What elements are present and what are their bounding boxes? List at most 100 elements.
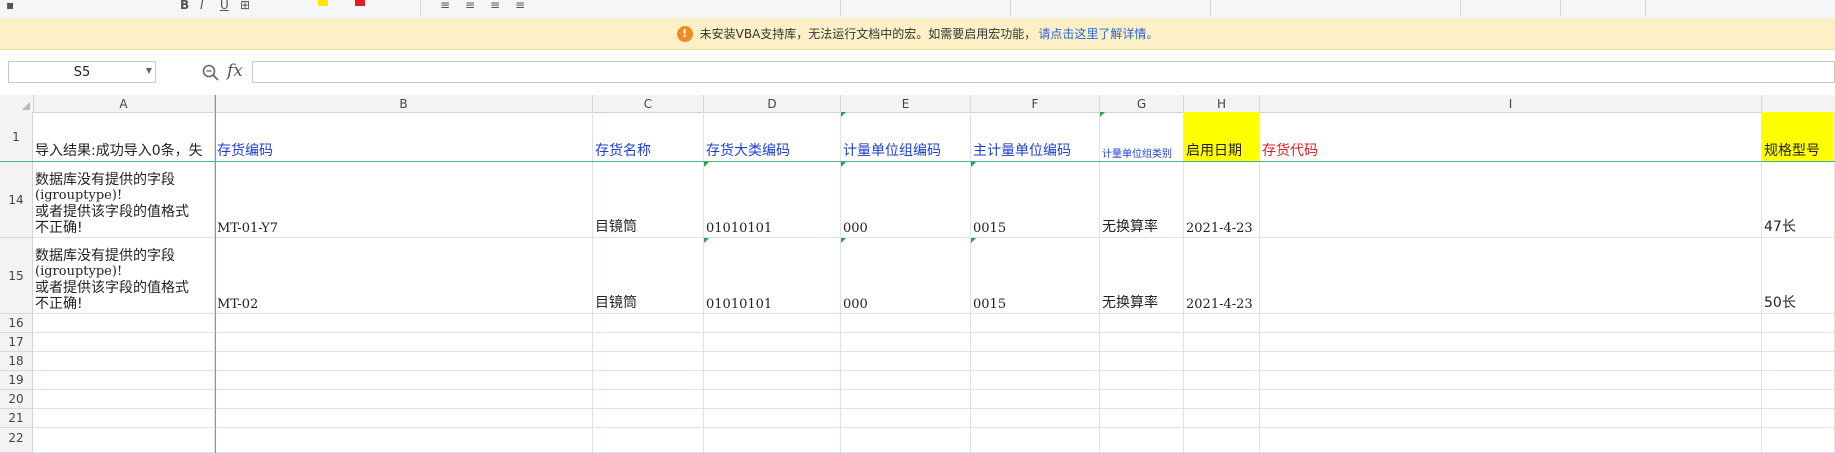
cell-a15[interactable]: 数据库没有提供的字段 (igrouptype)! 或者提供该字段的值格式 不正确…	[33, 238, 215, 314]
cell-f14[interactable]: 0015	[971, 162, 1100, 238]
name-box[interactable]: S5 ▼	[8, 61, 156, 83]
empty-cell[interactable]	[1762, 371, 1835, 390]
empty-cell[interactable]	[1100, 409, 1184, 428]
empty-cell[interactable]	[33, 428, 215, 453]
empty-cell[interactable]	[1100, 390, 1184, 409]
empty-cell[interactable]	[704, 409, 841, 428]
empty-cell[interactable]	[1762, 428, 1835, 453]
empty-cell[interactable]	[1762, 390, 1835, 409]
empty-cell[interactable]	[971, 314, 1100, 333]
empty-cell[interactable]	[1260, 390, 1762, 409]
empty-cell[interactable]	[33, 371, 215, 390]
cell-h14[interactable]: 2021-4-23	[1184, 162, 1260, 238]
empty-cell[interactable]	[971, 371, 1100, 390]
empty-cell[interactable]	[704, 314, 841, 333]
empty-cell[interactable]	[1184, 333, 1260, 352]
formula-input[interactable]	[252, 61, 1835, 83]
cell-b14[interactable]: MT-01-Y7	[215, 162, 593, 238]
empty-cell[interactable]	[1184, 371, 1260, 390]
empty-cell[interactable]	[1184, 352, 1260, 371]
empty-cell[interactable]	[33, 409, 215, 428]
empty-cell[interactable]	[704, 371, 841, 390]
empty-cell[interactable]	[971, 333, 1100, 352]
ribbon-glyph[interactable]: ▪	[6, 0, 14, 12]
empty-cell[interactable]	[1260, 314, 1762, 333]
learn-more-link[interactable]: 请点击这里了解详情。	[1038, 25, 1158, 42]
column-header-c[interactable]: C	[593, 95, 704, 112]
empty-cell[interactable]	[841, 333, 971, 352]
empty-cell[interactable]	[593, 390, 704, 409]
cell-i15[interactable]	[1260, 238, 1762, 314]
zoom-icon[interactable]	[201, 63, 221, 83]
empty-cell[interactable]	[1100, 352, 1184, 371]
cell-i1[interactable]: 存货代码	[1260, 112, 1762, 162]
empty-cell[interactable]	[215, 409, 593, 428]
empty-cell[interactable]	[1184, 428, 1260, 453]
row-header-14[interactable]: 14	[0, 162, 33, 238]
cell-g15[interactable]: 无换算率	[1100, 238, 1184, 314]
row-header-21[interactable]: 21	[0, 409, 33, 428]
font-color-icon[interactable]	[355, 0, 365, 6]
chevron-down-icon[interactable]: ▼	[146, 66, 152, 75]
cell-j15[interactable]: 50长	[1762, 238, 1835, 314]
cell-a1[interactable]: 导入结果:成功导入0条，失	[33, 112, 215, 162]
italic-icon[interactable]: I	[200, 0, 204, 12]
empty-cell[interactable]	[215, 314, 593, 333]
underline-icon[interactable]: U	[220, 0, 229, 12]
empty-cell[interactable]	[593, 409, 704, 428]
cell-d1[interactable]: 存货大类编码	[704, 112, 841, 162]
empty-cell[interactable]	[33, 352, 215, 371]
empty-cell[interactable]	[1260, 371, 1762, 390]
empty-cell[interactable]	[704, 428, 841, 453]
column-header-f[interactable]: F	[971, 95, 1100, 112]
empty-cell[interactable]	[1260, 409, 1762, 428]
bold-icon[interactable]: B	[180, 0, 189, 12]
cell-f15[interactable]: 0015	[971, 238, 1100, 314]
align-right-icon[interactable]: ≡	[490, 0, 500, 12]
cell-i14[interactable]	[1260, 162, 1762, 238]
align-center-icon[interactable]: ≡	[465, 0, 475, 12]
row-header-16[interactable]: 16	[0, 314, 33, 333]
cell-j1[interactable]: 规格型号	[1762, 112, 1835, 162]
empty-cell[interactable]	[1100, 333, 1184, 352]
cell-f1[interactable]: 主计量单位编码	[971, 112, 1100, 162]
column-header-h[interactable]: H	[1184, 95, 1260, 112]
row-header-18[interactable]: 18	[0, 352, 33, 371]
row-header-22[interactable]: 22	[0, 428, 33, 453]
empty-cell[interactable]	[971, 428, 1100, 453]
empty-cell[interactable]	[1260, 333, 1762, 352]
empty-cell[interactable]	[215, 352, 593, 371]
empty-cell[interactable]	[215, 428, 593, 453]
empty-cell[interactable]	[215, 333, 593, 352]
empty-cell[interactable]	[841, 409, 971, 428]
empty-cell[interactable]	[704, 352, 841, 371]
empty-cell[interactable]	[215, 371, 593, 390]
fx-icon[interactable]: fx	[227, 61, 243, 81]
row-header-1[interactable]: 1	[0, 112, 33, 162]
empty-cell[interactable]	[593, 333, 704, 352]
empty-cell[interactable]	[215, 390, 593, 409]
empty-cell[interactable]	[1762, 314, 1835, 333]
empty-cell[interactable]	[1184, 409, 1260, 428]
empty-cell[interactable]	[1184, 314, 1260, 333]
cell-j14[interactable]: 47长	[1762, 162, 1835, 238]
empty-cell[interactable]	[704, 390, 841, 409]
fill-color-icon[interactable]	[318, 0, 328, 6]
cell-e1[interactable]: 计量单位组编码	[841, 112, 971, 162]
cell-b1[interactable]: 存货编码	[215, 112, 593, 162]
empty-cell[interactable]	[971, 390, 1100, 409]
cell-c15[interactable]: 目镜筒	[593, 238, 704, 314]
align-left-icon[interactable]: ≡	[440, 0, 450, 12]
empty-cell[interactable]	[841, 390, 971, 409]
cell-e14[interactable]: 000	[841, 162, 971, 238]
column-header-e[interactable]: E	[841, 95, 971, 112]
column-header-b[interactable]: B	[215, 95, 593, 112]
column-header-g[interactable]: G	[1100, 95, 1184, 112]
border-icon[interactable]: ⊞	[240, 0, 250, 12]
empty-cell[interactable]	[1762, 352, 1835, 371]
empty-cell[interactable]	[841, 314, 971, 333]
cell-g14[interactable]: 无换算率	[1100, 162, 1184, 238]
empty-cell[interactable]	[593, 371, 704, 390]
empty-cell[interactable]	[1260, 428, 1762, 453]
row-header-15[interactable]: 15	[0, 238, 33, 314]
